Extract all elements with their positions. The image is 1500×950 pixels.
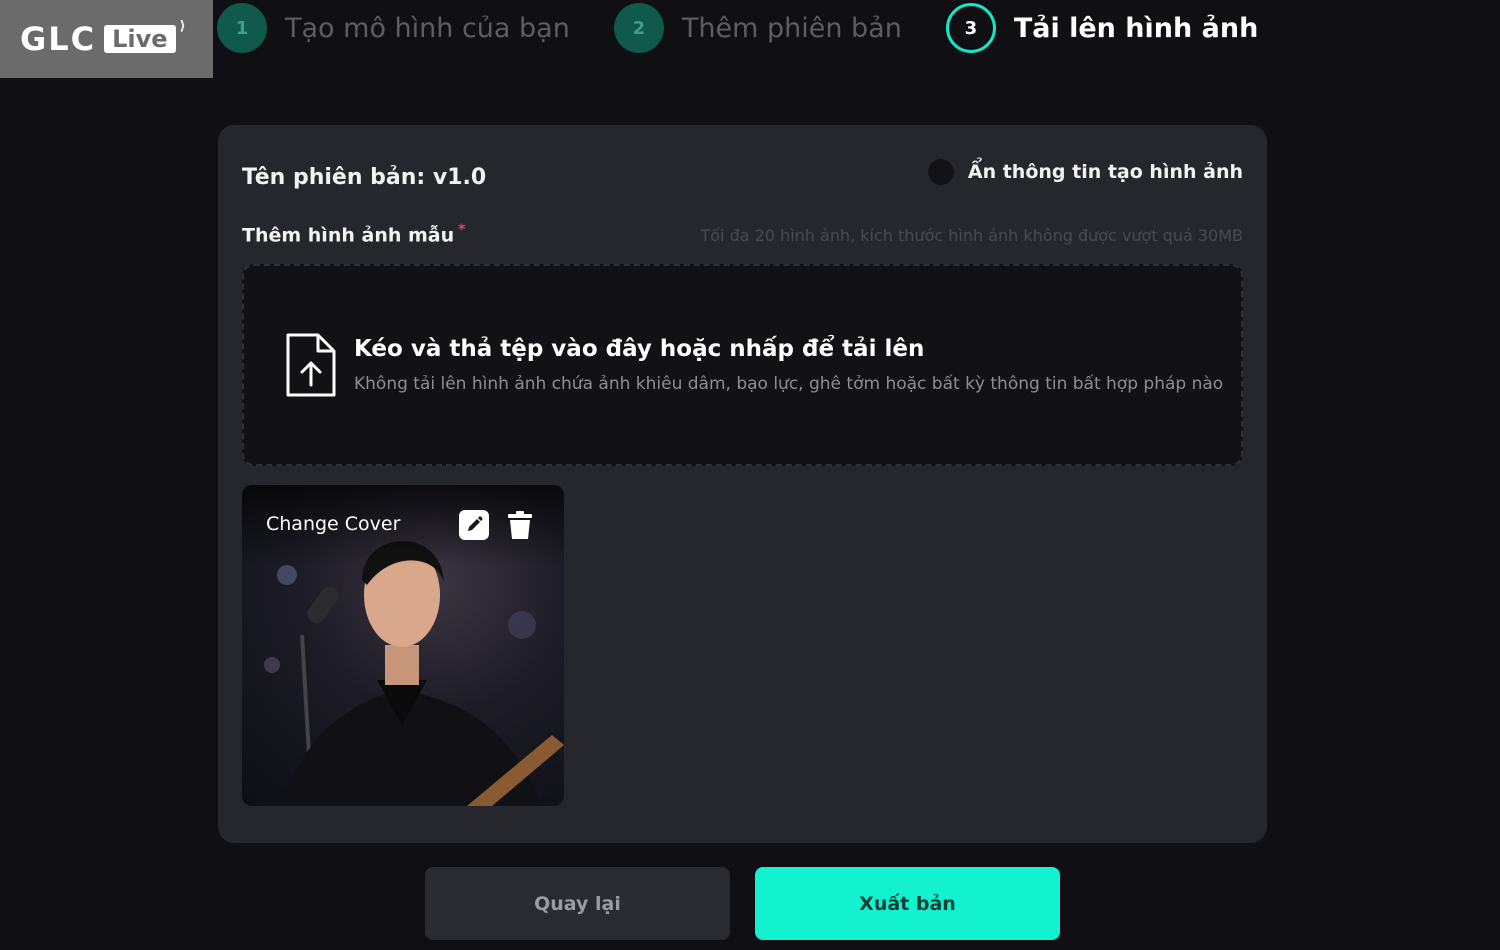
version-title: Tên phiên bản: v1.0 — [242, 165, 487, 190]
toggle-label: Ẩn thông tin tạo hình ảnh — [967, 161, 1243, 183]
edit-image-button[interactable] — [458, 509, 490, 541]
dropzone-subtitle: Không tải lên hình ảnh chứa ảnh khiêu dâ… — [354, 374, 1224, 394]
file-upload-icon — [286, 333, 336, 397]
upload-card: Tên phiên bản: v1.0 Ẩn thông tin tạo hìn… — [218, 125, 1267, 843]
publish-button[interactable]: Xuất bản — [755, 867, 1060, 940]
stepper: 1 Tạo mô hình của bạn 2 Thêm phiên bản 3… — [217, 3, 1302, 53]
step-3-label: Tải lên hình ảnh — [1013, 12, 1259, 44]
dropzone-text: Kéo và thả tệp vào đây hoặc nhấp để tải … — [354, 336, 1223, 394]
delete-image-button[interactable] — [504, 509, 536, 541]
uploaded-image-thumbnail[interactable]: Change Cover — [242, 485, 564, 806]
step-1[interactable]: 1 Tạo mô hình của bạn — [217, 3, 570, 53]
file-dropzone[interactable]: Kéo và thả tệp vào đây hoặc nhấp để tải … — [242, 264, 1243, 466]
logo-text: GLC — [20, 20, 97, 58]
step-3: 3 Tải lên hình ảnh — [945, 3, 1259, 53]
change-cover-label[interactable]: Change Cover — [266, 513, 400, 535]
step-2-number: 2 — [613, 3, 664, 53]
logo-live-badge: Live ⟩ — [104, 19, 186, 53]
required-mark: * — [458, 222, 466, 238]
back-button[interactable]: Quay lại — [425, 867, 730, 940]
step-1-number: 1 — [217, 3, 267, 53]
sample-images-label: Thêm hình ảnh mẫu * — [242, 222, 465, 246]
upload-limit-hint: Tối đa 20 hình ảnh, kích thước hình ảnh … — [700, 226, 1243, 245]
dropzone-title: Kéo và thả tệp vào đây hoặc nhấp để tải … — [354, 336, 925, 362]
trash-icon — [508, 511, 532, 539]
upload-images-page: GLC Live ⟩ 1 Tạo mô hình của bạn 2 Thêm … — [0, 0, 1500, 950]
edit-icon — [459, 510, 489, 540]
step-2[interactable]: 2 Thêm phiên bản — [613, 3, 902, 53]
step-3-number: 3 — [945, 3, 996, 53]
hide-generation-info-toggle[interactable]: Ẩn thông tin tạo hình ảnh — [927, 159, 1243, 185]
step-2-label: Thêm phiên bản — [681, 12, 902, 44]
signal-icon: ⟩ — [179, 19, 186, 34]
sample-label-text: Thêm hình ảnh mẫu — [242, 224, 455, 247]
step-1-label: Tạo mô hình của bạn — [285, 12, 570, 44]
logo-badge-text: Live — [112, 25, 168, 53]
watermark-logo: GLC Live ⟩ — [0, 0, 213, 78]
toggle-switch[interactable] — [927, 159, 954, 185]
